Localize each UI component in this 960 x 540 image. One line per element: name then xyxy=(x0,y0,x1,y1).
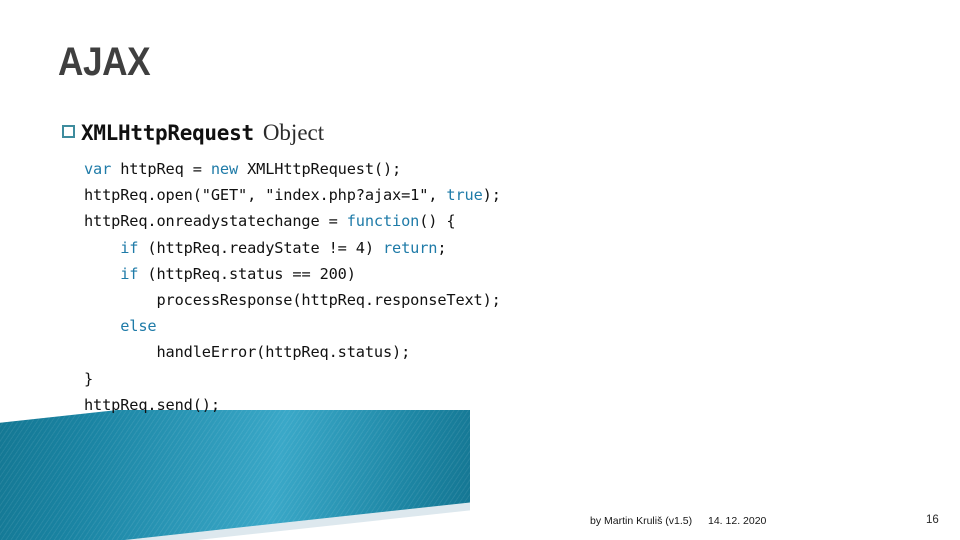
footer-author: by Martin Kruliš (v1.5) xyxy=(590,515,693,527)
code-text: processResponse(httpReq.responseText); xyxy=(84,291,501,310)
code-line: processResponse(httpReq.responseText); xyxy=(84,287,501,313)
code-text: httpReq.send(); xyxy=(84,395,220,414)
code-line: httpReq.open("GET", "index.php?ajax=1", … xyxy=(84,182,501,208)
code-line: handleError(httpReq.status); xyxy=(84,339,501,365)
code-keyword: true xyxy=(446,186,483,205)
code-keyword: return xyxy=(382,238,438,257)
bullet-heading-mono-text: XMLHttpRequest xyxy=(81,121,254,145)
code-text: XMLHttpRequest(); xyxy=(238,160,402,178)
code-line: httpReq.onreadystatechange = function() … xyxy=(84,208,501,234)
code-keyword: else xyxy=(120,317,157,336)
slide-canvas: AJAX XMLHttpRequest Object var httpReq =… xyxy=(0,0,960,540)
banner-teal-wedge xyxy=(0,410,470,540)
code-text: } xyxy=(84,369,94,388)
code-text: httpReq = xyxy=(111,160,211,178)
code-line: httpReq.send(); xyxy=(84,392,501,418)
code-text: (httpReq.readyState != 4) xyxy=(138,238,383,257)
code-line: var httpReq = new XMLHttpRequest(); xyxy=(84,156,501,182)
code-block: var httpReq = new XMLHttpRequest(); httpR… xyxy=(84,156,501,418)
code-text: httpReq.onreadystatechange = xyxy=(84,212,347,231)
banner-black-stripe xyxy=(0,410,470,540)
banner-pale-band xyxy=(0,410,470,540)
footer-date: 14. 12. 2020 xyxy=(708,515,767,527)
corner-banner-decoration xyxy=(0,410,470,540)
code-line: } xyxy=(84,366,501,392)
bullet-heading: XMLHttpRequest Object xyxy=(62,120,324,146)
code-keyword: function xyxy=(346,212,420,231)
code-text: ); xyxy=(482,186,501,205)
hollow-square-bullet-icon xyxy=(62,125,75,138)
code-text: ; xyxy=(437,238,447,257)
code-keyword: new xyxy=(210,160,239,178)
code-line: else xyxy=(84,313,501,339)
code-line: if (httpReq.readyState != 4) return; xyxy=(84,235,501,261)
code-line: if (httpReq.status == 200) xyxy=(84,261,501,287)
code-text: httpReq.open("GET", "index.php?ajax=1", xyxy=(84,186,447,205)
bullet-heading-label: Object xyxy=(262,120,325,145)
code-text: handleError(httpReq.status); xyxy=(84,343,411,362)
slide-title: AJAX xyxy=(58,40,151,84)
footer-page-number: 16 xyxy=(926,514,939,526)
code-keyword: var xyxy=(84,160,112,178)
code-text: () { xyxy=(419,212,456,231)
code-keyword: if xyxy=(120,264,139,283)
code-keyword: if xyxy=(120,238,139,257)
code-text: (httpReq.status == 200) xyxy=(138,264,356,283)
